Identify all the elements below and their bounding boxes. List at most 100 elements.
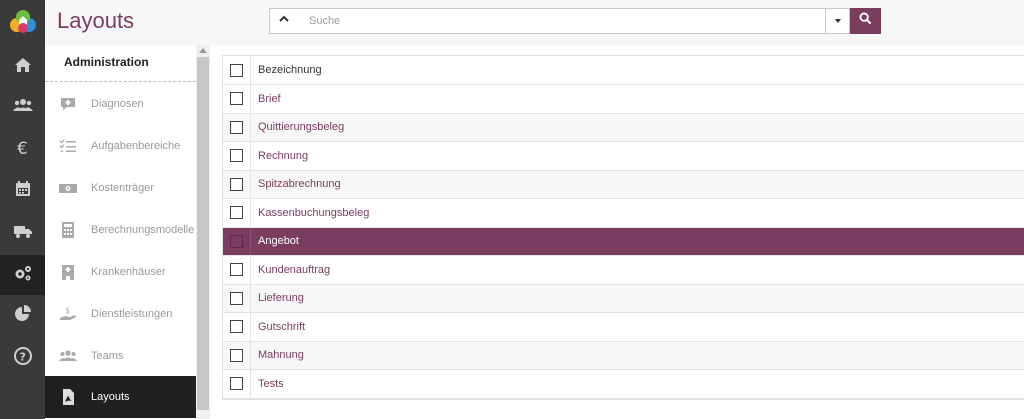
subnav-item-layouts[interactable]: Layouts <box>45 376 196 418</box>
search-collapse-button[interactable] <box>269 8 298 34</box>
row-checkbox-cell <box>223 256 251 284</box>
row-label[interactable]: Tests <box>251 378 284 390</box>
row-checkbox[interactable] <box>230 320 243 334</box>
icon-rail: € ? <box>0 0 45 419</box>
subnav-item-label: Teams <box>91 350 124 362</box>
subnav-scrollbar[interactable] <box>196 45 210 419</box>
rail-finance[interactable]: € <box>0 130 45 170</box>
row-label[interactable]: Angebot <box>251 235 299 247</box>
subnav-divider <box>45 81 196 82</box>
rail-help[interactable]: ? <box>0 338 45 378</box>
row-checkbox[interactable] <box>230 234 243 248</box>
row-checkbox[interactable] <box>230 177 243 191</box>
subnav-item-teams[interactable]: Teams <box>45 335 196 377</box>
admin-subnav: Administration Diagnosen Aufgabenbereich… <box>45 45 196 419</box>
select-all-cell <box>223 56 251 84</box>
home-icon <box>13 55 33 80</box>
row-checkbox-cell <box>223 313 251 341</box>
table-row[interactable]: Rechnung <box>223 142 1024 171</box>
subnav-title: Administration <box>64 55 149 69</box>
money-icon <box>59 179 77 197</box>
table-row[interactable]: Brief <box>223 85 1024 114</box>
table-row[interactable]: Tests <box>223 370 1024 399</box>
row-label[interactable]: Lieferung <box>251 292 304 304</box>
subnav-item-label: Berechnungsmodelle <box>91 224 195 236</box>
row-checkbox[interactable] <box>230 291 243 305</box>
scroll-up-arrow-icon[interactable] <box>199 48 207 53</box>
row-label[interactable]: Gutschrift <box>251 321 305 333</box>
row-checkbox[interactable] <box>230 377 243 391</box>
rail-users[interactable] <box>0 87 45 127</box>
rail-calendar[interactable] <box>0 171 45 211</box>
row-label[interactable]: Rechnung <box>251 150 308 162</box>
row-checkbox[interactable] <box>230 206 243 220</box>
row-checkbox-cell <box>223 199 251 227</box>
caret-down-icon <box>834 12 842 30</box>
subnav-item-dienstleistungen[interactable]: $ Dienstleistungen <box>45 293 196 335</box>
rail-logistics[interactable] <box>0 213 45 253</box>
checklist-icon <box>59 137 77 155</box>
row-checkbox-cell <box>223 341 251 369</box>
euro-icon: € <box>13 138 33 163</box>
table-header-row: Bezeichnung › <box>223 56 1024 85</box>
rail-home[interactable] <box>0 47 45 87</box>
search-button[interactable] <box>850 8 881 34</box>
subnav-item-label: Krankenhäuser <box>91 266 166 278</box>
table-row[interactable]: Gutschrift <box>223 313 1024 342</box>
gears-icon <box>13 263 33 288</box>
row-checkbox-cell <box>223 227 251 255</box>
row-label[interactable]: Kassenbuchungsbeleg <box>251 207 369 219</box>
row-checkbox[interactable] <box>230 348 243 362</box>
row-label[interactable]: Brief <box>251 93 281 105</box>
subnav-item-label: Aufgabenbereiche <box>91 140 181 152</box>
table-row[interactable]: Lieferung <box>223 284 1024 313</box>
pdf-file-icon <box>59 388 77 406</box>
row-checkbox[interactable] <box>230 263 243 277</box>
app-logo-icon[interactable] <box>8 8 38 36</box>
chevron-up-icon <box>278 12 290 30</box>
subnav-item-kostentraeger[interactable]: Kostenträger <box>45 167 196 209</box>
table-row[interactable]: Kassenbuchungsbeleg <box>223 199 1024 228</box>
scrollbar-thumb[interactable] <box>197 57 209 410</box>
select-all-checkbox[interactable] <box>230 63 243 77</box>
row-checkbox[interactable] <box>230 149 243 163</box>
hand-coin-icon: $ <box>59 305 77 323</box>
table-row[interactable]: Mahnung <box>223 341 1024 370</box>
table-row[interactable]: Quittierungsbeleg <box>223 113 1024 142</box>
row-checkbox[interactable] <box>230 120 243 134</box>
table-row-selected[interactable]: Angebot <box>223 227 1024 256</box>
search-options-dropdown[interactable] <box>825 8 850 34</box>
team-icon <box>59 347 77 365</box>
row-label[interactable]: Quittierungsbeleg <box>251 121 344 133</box>
row-label[interactable]: Spitzabrechnung <box>251 178 341 190</box>
layouts-panel: Bezeichnung › Brief Quittierungsbeleg Re… <box>210 45 1024 419</box>
subnav-item-label: Kostenträger <box>91 182 154 194</box>
row-checkbox-cell <box>223 113 251 141</box>
table-row[interactable]: Spitzabrechnung <box>223 170 1024 199</box>
subnav-item-diagnosen[interactable]: Diagnosen <box>45 83 196 125</box>
row-label[interactable]: Kundenauftrag <box>251 264 330 276</box>
subnav-item-label: Dienstleistungen <box>91 308 173 320</box>
subnav-item-berechnungsmodelle[interactable]: Berechnungsmodelle <box>45 209 196 251</box>
row-checkbox-cell <box>223 85 251 113</box>
row-checkbox-cell <box>223 370 251 398</box>
svg-text:€: € <box>17 139 28 158</box>
row-checkbox[interactable] <box>230 92 243 106</box>
comment-plus-icon <box>59 95 77 113</box>
subnav-item-krankenhaeuser[interactable]: Krankenhäuser <box>45 251 196 293</box>
rail-administration[interactable] <box>0 255 45 295</box>
subnav-item-aufgabenbereiche[interactable]: Aufgabenbereiche <box>45 125 196 167</box>
table-row[interactable]: Kundenauftrag <box>223 256 1024 285</box>
rail-reports[interactable] <box>0 296 45 336</box>
row-checkbox-cell <box>223 284 251 312</box>
subnav-item-label: Layouts <box>91 391 130 403</box>
row-checkbox-cell <box>223 142 251 170</box>
row-label[interactable]: Mahnung <box>251 349 304 361</box>
truck-icon <box>13 221 33 246</box>
subnav-item-label: Diagnosen <box>91 98 144 110</box>
svg-text:$: $ <box>65 306 70 315</box>
pie-chart-icon <box>13 304 33 329</box>
search-input[interactable] <box>297 8 826 34</box>
row-checkbox-cell <box>223 170 251 198</box>
column-header-bezeichnung[interactable]: Bezeichnung <box>251 64 322 76</box>
